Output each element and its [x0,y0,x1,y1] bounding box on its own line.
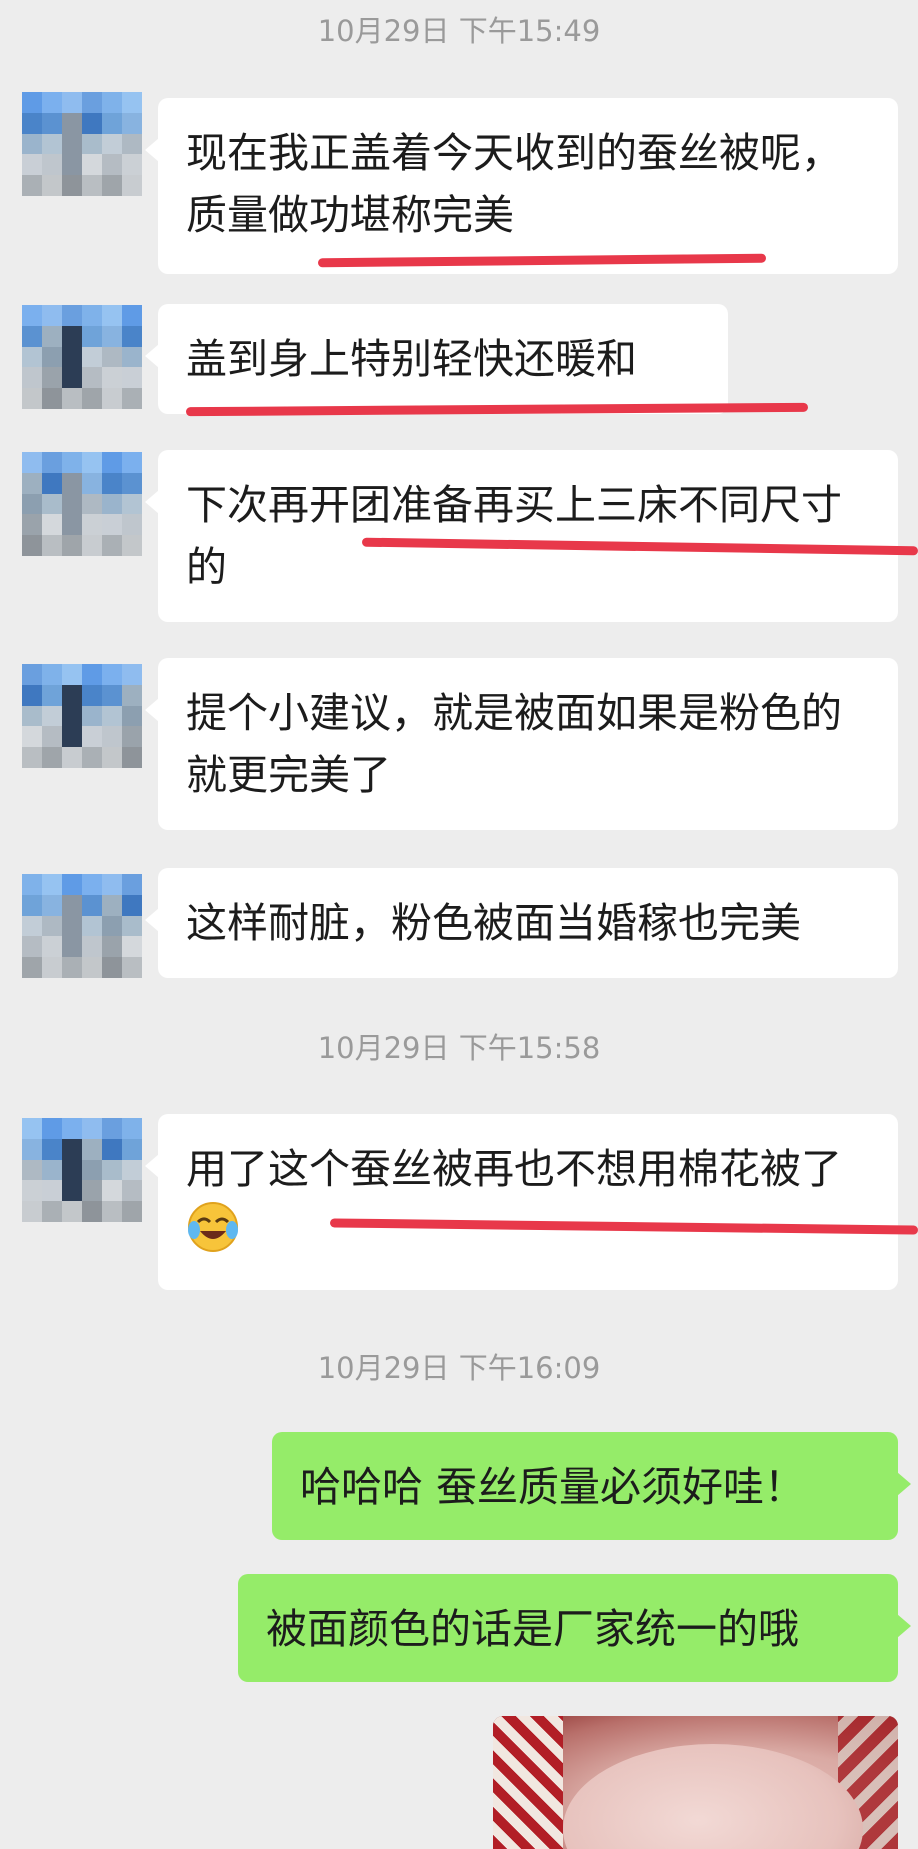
avatar[interactable] [22,664,142,768]
message-bubble[interactable]: 下次再开团准备再买上三床不同尺寸的 [145,450,898,622]
message-text: 哈哈哈 蚕丝质量必须好哇！ [300,1463,806,1511]
photo-stripes [493,1716,563,1849]
avatar[interactable] [22,452,142,556]
message-bubble[interactable]: 盖到身上特别轻快还暖和 [145,304,728,414]
avatar[interactable] [22,305,142,409]
photo-pillow [563,1744,863,1849]
message-text: 被面颜色的话是厂家统一的哦 [266,1605,799,1653]
image-message[interactable] [493,1716,898,1849]
timestamp: 10月29日 下午15:58 [317,1031,601,1065]
timestamp: 10月29日 下午15:49 [317,14,601,48]
message-text: 用了这个蚕丝被再也不想用棉花被了 [186,1145,842,1193]
timestamp: 10月29日 下午16:09 [317,1351,601,1385]
message-bubble-outgoing[interactable]: 哈哈哈 蚕丝质量必须好哇！ [272,1432,911,1540]
message-text: 下次再开团准备再买上三床不同尺寸的 [186,481,842,591]
avatar[interactable] [22,874,142,978]
message-text: 提个小建议，就是被面如果是粉色的就更完美了 [186,689,842,799]
message-text: 现在我正盖着今天收到的蚕丝被呢，质量做功堪称完美 [186,129,842,239]
message-text: 这样耐脏，粉色被面当婚稼也完美 [186,899,801,947]
message-bubble[interactable]: 用了这个蚕丝被再也不想用棉花被了 [145,1114,898,1290]
avatar[interactable] [22,1118,142,1222]
message-text: 盖到身上特别轻快还暖和 [186,335,637,383]
message-bubble-outgoing[interactable]: 被面颜色的话是厂家统一的哦 [238,1574,911,1682]
message-bubble[interactable]: 这样耐脏，粉色被面当婚稼也完美 [145,868,898,978]
laughing-crying-emoji-icon [186,1200,240,1271]
message-bubble[interactable]: 提个小建议，就是被面如果是粉色的就更完美了 [145,658,898,830]
avatar[interactable] [22,92,142,196]
message-bubble[interactable]: 现在我正盖着今天收到的蚕丝被呢，质量做功堪称完美 [145,98,898,274]
